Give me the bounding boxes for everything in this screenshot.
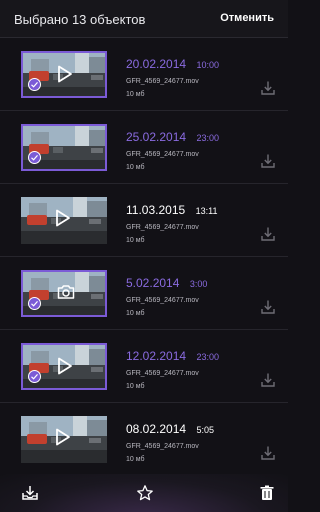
play-icon <box>56 428 70 446</box>
item-size: 10 мб <box>126 383 145 390</box>
list-item[interactable]: 12.02.2014 23:00 GFR_4569_24677.mov 10 м… <box>0 330 288 403</box>
play-icon <box>58 65 72 83</box>
trash-icon[interactable] <box>258 484 276 502</box>
video-thumbnail[interactable] <box>21 270 107 317</box>
camera-icon <box>57 285 75 299</box>
download-icon[interactable] <box>260 299 276 315</box>
video-thumbnail[interactable] <box>21 343 107 390</box>
list-item[interactable]: 25.02.2014 23:00 GFR_4569_24677.mov 10 м… <box>0 111 288 184</box>
item-time: 23:00 <box>196 133 220 143</box>
item-meta: 25.02.2014 23:00 GFR_4569_24677.mov 10 м… <box>126 128 219 171</box>
item-date: 08.02.2014 <box>126 422 187 436</box>
download-icon[interactable] <box>260 372 276 388</box>
item-time: 13:11 <box>195 206 218 216</box>
item-date: 11.03.2015 <box>126 203 186 217</box>
video-thumbnail[interactable] <box>21 416 107 463</box>
item-date: 12.02.2014 <box>126 349 187 363</box>
item-filename: GFR_4569_24677.mov <box>126 224 199 231</box>
item-meta: 20.02.2014 10:00 GFR_4569_24677.mov 10 м… <box>126 55 219 98</box>
video-thumbnail[interactable] <box>21 124 107 171</box>
item-time: 23:00 <box>196 352 220 362</box>
item-date: 5.02.2014 <box>126 276 180 290</box>
download-icon[interactable] <box>260 445 276 461</box>
cancel-button[interactable]: Отменить <box>220 12 274 24</box>
list-item[interactable]: 5.02.2014 3:00 GFR_4569_24677.mov 10 мб <box>0 257 288 330</box>
item-size: 10 мб <box>126 237 145 244</box>
bottom-action-bar <box>0 474 288 512</box>
item-time: 3:00 <box>189 279 208 289</box>
top-bar: Выбрано 13 объектов Отменить <box>0 0 288 38</box>
media-list[interactable]: 20.02.2014 10:00 GFR_4569_24677.mov 10 м… <box>0 38 288 474</box>
play-icon <box>58 357 72 375</box>
item-filename: GFR_4569_24677.mov <box>126 78 199 85</box>
item-filename: GFR_4569_24677.mov <box>126 370 199 377</box>
download-icon[interactable] <box>260 80 276 96</box>
item-size: 10 мб <box>126 164 145 171</box>
item-date: 20.02.2014 <box>126 57 187 71</box>
item-meta: 11.03.2015 13:11 GFR_4569_24677.mov 10 м… <box>126 201 217 244</box>
item-meta: 5.02.2014 3:00 GFR_4569_24677.mov 10 мб <box>126 274 207 317</box>
item-time: 10:00 <box>196 60 220 70</box>
item-size: 10 мб <box>126 310 145 317</box>
video-thumbnail[interactable] <box>21 51 107 98</box>
selected-check-icon[interactable] <box>28 297 41 310</box>
download-icon[interactable] <box>260 153 276 169</box>
selected-check-icon[interactable] <box>28 370 41 383</box>
item-time: 5:05 <box>196 425 215 435</box>
play-icon <box>56 209 70 227</box>
item-filename: GFR_4569_24677.mov <box>126 151 199 158</box>
item-date: 25.02.2014 <box>126 130 187 144</box>
selection-count-title: Выбрано 13 объектов <box>14 12 146 27</box>
list-item[interactable]: 20.02.2014 10:00 GFR_4569_24677.mov 10 м… <box>0 38 288 111</box>
item-filename: GFR_4569_24677.mov <box>126 443 199 450</box>
selected-check-icon[interactable] <box>28 78 41 91</box>
item-meta: 12.02.2014 23:00 GFR_4569_24677.mov 10 м… <box>126 347 219 390</box>
selected-check-icon[interactable] <box>28 151 41 164</box>
item-filename: GFR_4569_24677.mov <box>126 297 199 304</box>
star-icon[interactable] <box>136 484 154 502</box>
item-size: 10 мб <box>126 91 145 98</box>
download-icon[interactable] <box>260 226 276 242</box>
list-item[interactable]: 11.03.2015 13:11 GFR_4569_24677.mov 10 м… <box>0 184 288 257</box>
list-item[interactable]: 08.02.2014 5:05 GFR_4569_24677.mov 10 мб <box>0 403 288 474</box>
download-tray-icon[interactable] <box>21 484 39 502</box>
item-meta: 08.02.2014 5:05 GFR_4569_24677.mov 10 мб <box>126 420 214 463</box>
video-thumbnail[interactable] <box>21 197 107 244</box>
item-size: 10 мб <box>126 456 145 463</box>
